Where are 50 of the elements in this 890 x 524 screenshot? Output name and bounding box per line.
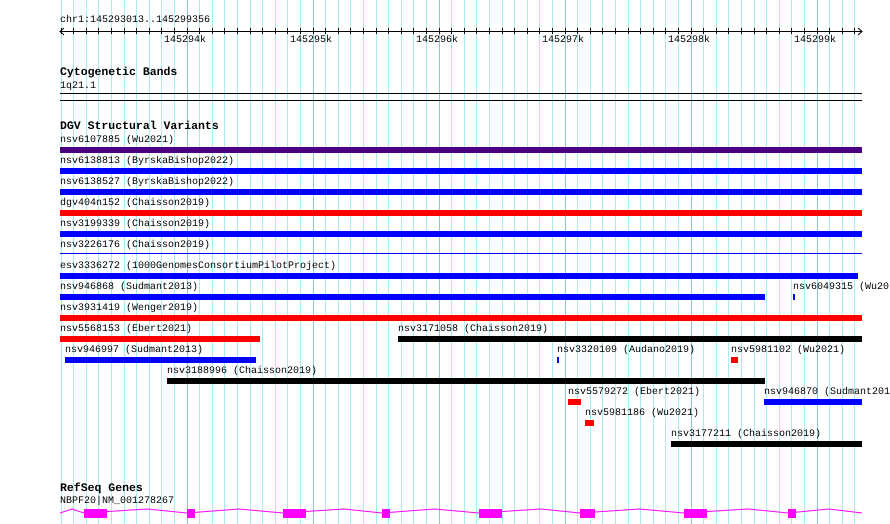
track-title: Cytogenetic Bands — [60, 67, 178, 79]
feature-label: nsv3226176 (Chaisson2019) — [60, 240, 210, 251]
feature-label: nsv6138527 (ByrskaBishop2022) — [60, 177, 234, 188]
tick-label: 145299k — [794, 35, 836, 46]
feature-label: nsv946870 (Sudmant201 — [764, 387, 890, 398]
variant-bar[interactable] — [60, 147, 862, 153]
tick-label: 145295k — [290, 35, 332, 46]
feature-label: nsv3199339 (Chaisson2019) — [60, 219, 210, 230]
variant-bar[interactable] — [60, 273, 858, 279]
gene-model-drawing[interactable] — [60, 508, 862, 518]
location-label: chr1:145293013..145299356 — [60, 15, 210, 26]
feature-label: nsv3177211 (Chaisson2019) — [671, 429, 822, 440]
feature-label: dgv404n152 (Chaisson2019) — [60, 198, 210, 209]
feature-label: nsv5579272 (Ebert2021) — [568, 387, 700, 398]
variant-bar[interactable] — [167, 378, 765, 384]
feature-label: nsv3320109 (Audano2019) — [557, 345, 696, 356]
feature-label: nsv6138813 (ByrskaBishop2022) — [60, 156, 234, 167]
variant-bar[interactable] — [60, 294, 765, 300]
tick-label: 145297k — [542, 35, 584, 46]
feature-label: nsv5981186 (Wu2021) — [585, 408, 700, 419]
track-title: DGV Structural Variants — [60, 121, 219, 133]
variant-bar[interactable] — [764, 399, 862, 405]
gene-label: NBPF20|NM_001278267 — [60, 496, 174, 507]
variant-bar[interactable] — [60, 315, 862, 321]
variant-bar[interactable] — [65, 357, 256, 363]
track-title: RefSeq Genes — [60, 483, 143, 495]
feature-label: nsv946997 (Sudmant2013) — [65, 345, 204, 356]
variant-bar[interactable] — [731, 357, 738, 363]
variant-bar[interactable] — [585, 420, 594, 426]
band-label: 1q21.1 — [60, 81, 96, 92]
feature-label: nsv5981102 (Wu2021) — [731, 345, 846, 356]
feature-label: nsv6049315 (Wu20 — [793, 282, 890, 293]
variant-bar[interactable] — [60, 336, 260, 342]
variant-bar[interactable] — [60, 168, 862, 174]
feature-label: nsv5568153 (Ebert2021) — [60, 324, 192, 335]
feature-label: nsv3188996 (Chaisson2019) — [167, 366, 318, 377]
tick-label: 145298k — [668, 35, 710, 46]
feature-label: esv3336272 (1000GenomesConsortiumPilotProject) — [60, 261, 336, 272]
variant-bar[interactable] — [60, 210, 862, 216]
feature-label: nsv3931419 (Wenger2019) — [60, 303, 198, 314]
variant-bar[interactable] — [60, 189, 862, 195]
feature-label: nsv3171058 (Chaisson2019) — [398, 324, 548, 335]
feature-label: nsv6107885 (Wu2021) — [60, 135, 174, 146]
tick-label: 145296k — [416, 35, 458, 46]
feature-label: nsv946868 (Sudmant2013) — [60, 282, 198, 293]
tick-label: 145294k — [164, 35, 206, 46]
variant-bar[interactable] — [60, 231, 862, 237]
variant-bar[interactable] — [568, 399, 581, 405]
variant-bar[interactable] — [671, 441, 862, 447]
variant-bar[interactable] — [398, 336, 862, 342]
